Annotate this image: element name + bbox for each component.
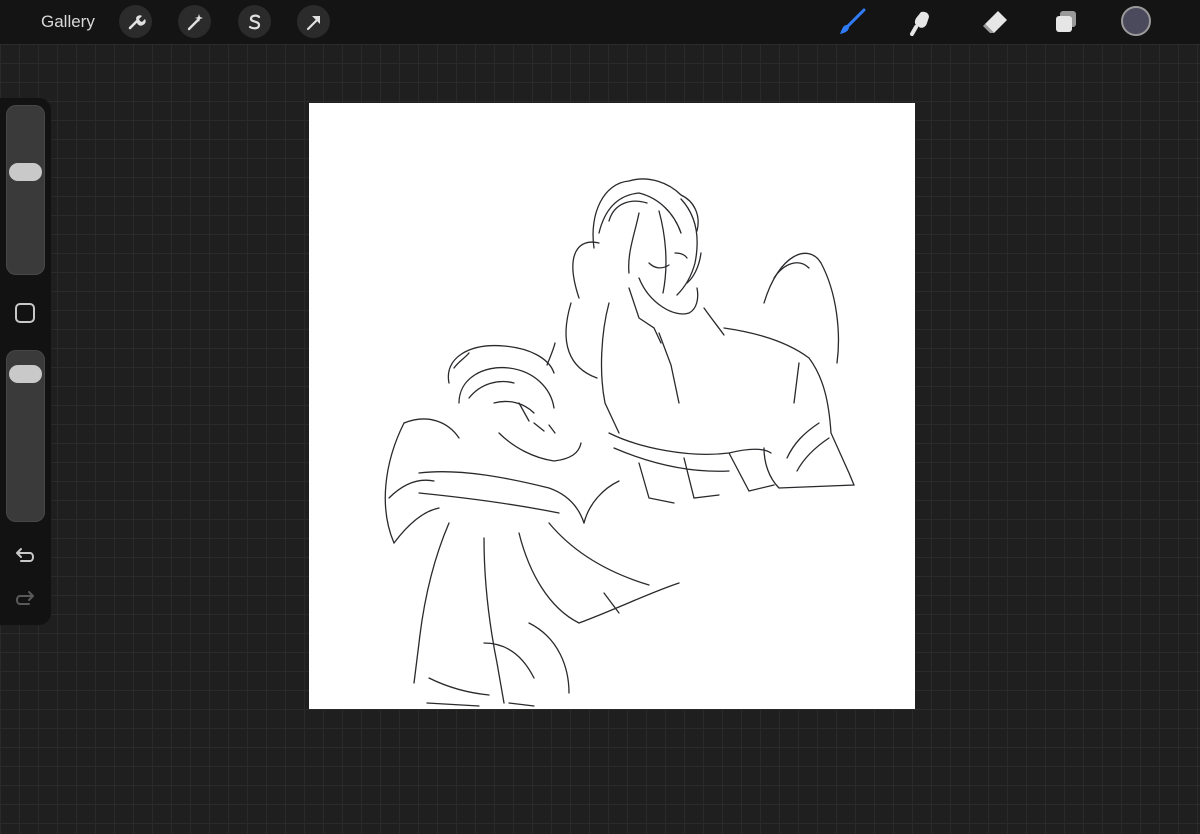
brush-opacity-slider[interactable] [6,350,45,522]
magic-wand-icon [187,13,203,30]
eraser-button[interactable] [979,6,1011,38]
drawing-canvas[interactable] [309,103,915,709]
sketch-artwork [384,178,855,707]
transform-button[interactable] [297,5,330,38]
selection-button[interactable] [238,5,271,38]
brush-icon [840,8,866,34]
undo-icon [16,548,34,562]
wrench-icon [128,14,146,29]
sidebar [0,98,51,625]
layers-button[interactable] [1050,6,1082,38]
color-swatch[interactable] [1121,6,1151,36]
brush-size-thumb[interactable] [9,163,42,182]
brush-opacity-thumb[interactable] [9,364,42,383]
redo-icon [16,591,34,605]
adjustments-button[interactable] [178,5,211,38]
gallery-button[interactable]: Gallery [41,11,95,33]
paint-button[interactable] [836,6,868,38]
arrow-cursor-icon [306,15,320,30]
brush-size-slider[interactable] [6,105,45,275]
layers-icon [1056,11,1076,32]
modify-square-icon[interactable] [15,303,35,323]
redo-button[interactable] [13,589,37,609]
selection-s-icon [248,14,260,29]
top-toolbar: Gallery [0,0,1200,44]
eraser-icon [983,11,1007,33]
smudge-icon [910,11,929,36]
actions-button[interactable] [119,5,152,38]
smudge-button[interactable] [906,6,938,38]
undo-button[interactable] [13,546,37,566]
